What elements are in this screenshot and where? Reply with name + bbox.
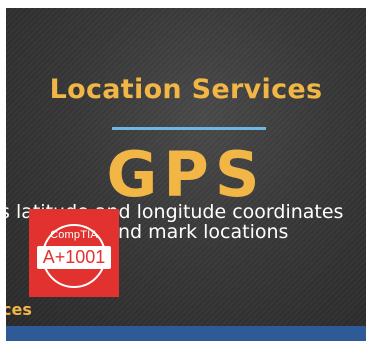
player-bottom-bar[interactable]	[6, 326, 366, 341]
badge-brand: CompTIA	[50, 229, 98, 241]
comptia-badge: CompTIA A+1001	[29, 209, 119, 297]
slide-body-line-2: nd mark locations	[118, 221, 289, 243]
title-divider	[112, 127, 266, 130]
badge-code: A+1001	[42, 247, 106, 267]
video-frame: Location Services GPS s latitude and lon…	[0, 0, 366, 341]
slide-title: Location Services	[49, 74, 323, 105]
video-player[interactable]: Location Services GPS s latitude and lon…	[6, 8, 366, 326]
slide-corner-text: ces	[6, 300, 32, 319]
